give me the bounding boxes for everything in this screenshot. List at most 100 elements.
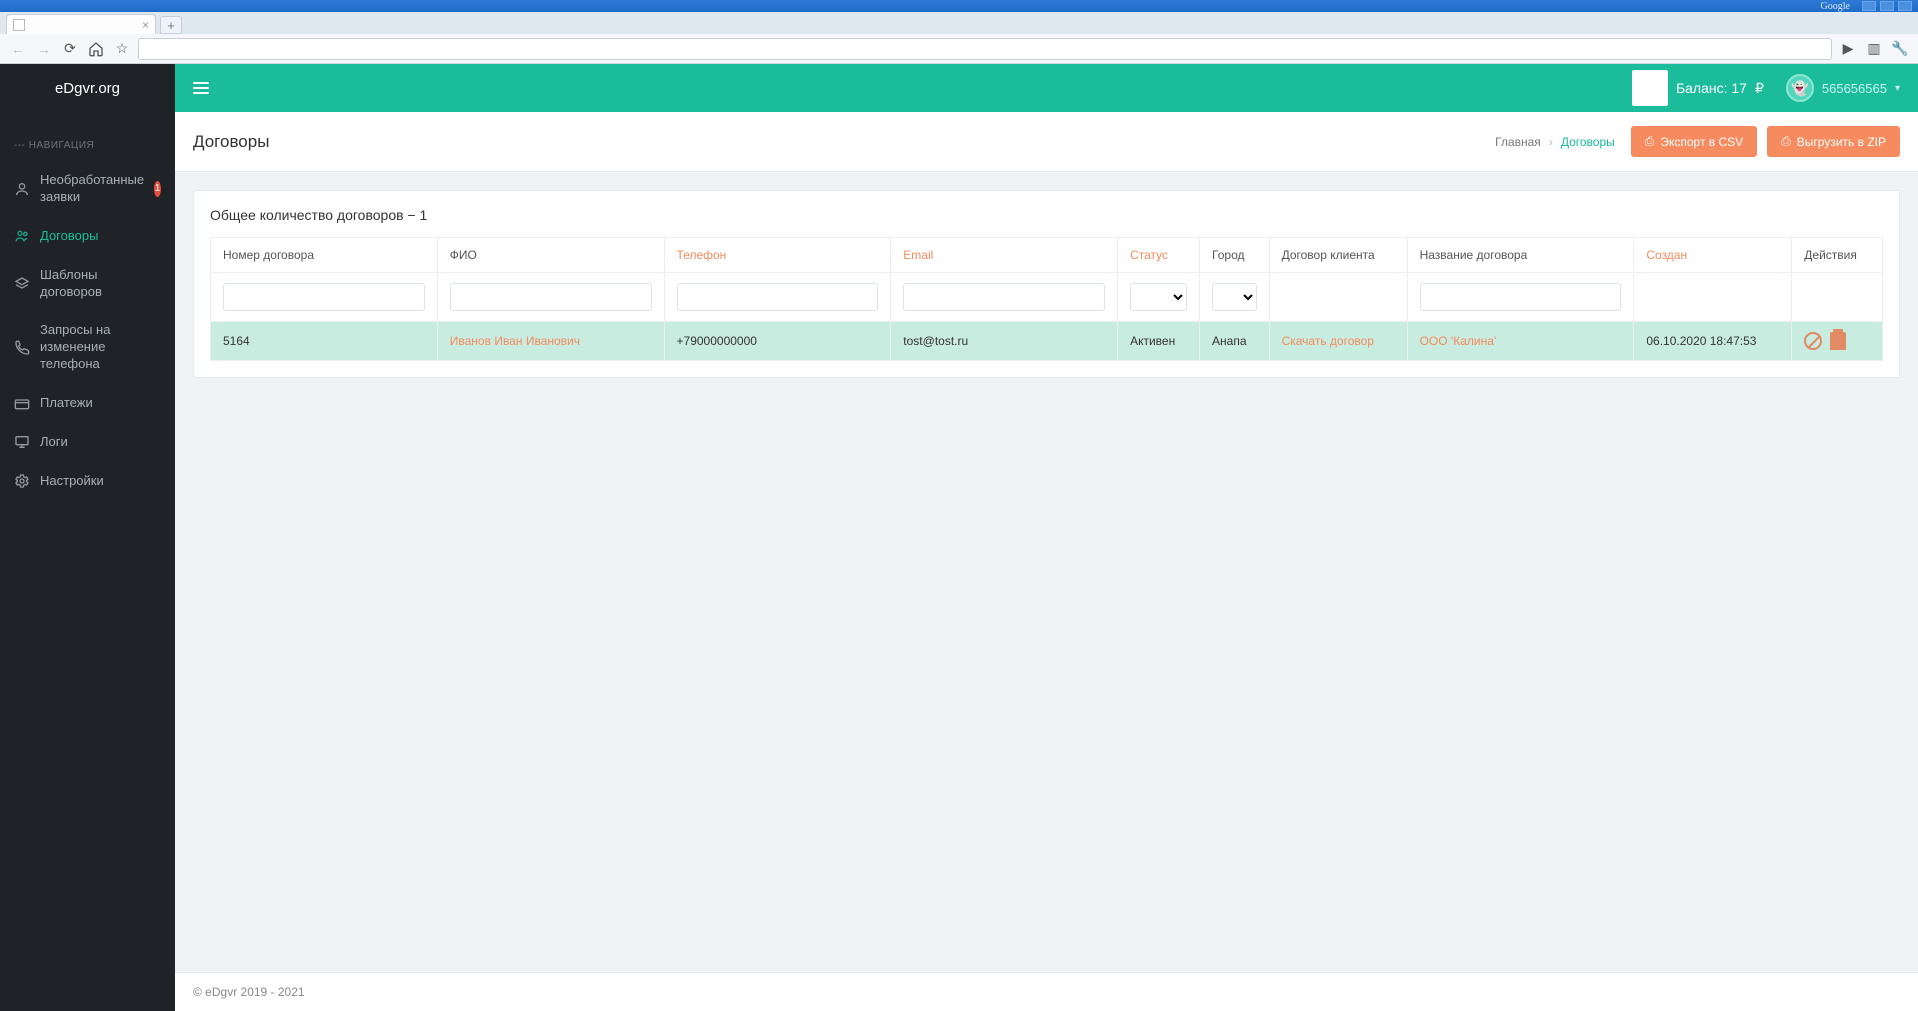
sidebar-item-label: Логи [40,434,161,451]
filter-fio-input[interactable] [450,283,652,311]
cell-status: Активен [1118,322,1200,361]
sidebar-item-phone-requests[interactable]: Запросы на изменение телефона [0,311,175,384]
new-tab-button[interactable]: + [160,16,182,34]
chevron-down-icon: ▾ [1895,83,1900,94]
bookmark-button[interactable]: ☆ [112,39,132,59]
menu-toggle-button[interactable] [193,82,209,94]
cell-contractname-link[interactable]: ООО 'Калина' [1420,334,1497,348]
cancel-icon[interactable] [1804,332,1822,350]
col-created[interactable]: Создан [1634,238,1792,273]
col-fio[interactable]: ФИО [437,238,664,273]
window-maximize[interactable] [1880,1,1894,11]
filter-number-input[interactable] [223,283,425,311]
col-status[interactable]: Статус [1118,238,1200,273]
gear-icon [14,473,30,489]
page-icon[interactable]: ▥ [1864,39,1884,59]
sidebar-item-label: Платежи [40,395,161,412]
col-client-contract[interactable]: Договор клиента [1269,238,1407,273]
cell-download-link[interactable]: Скачать договор [1282,334,1374,348]
chevron-right-icon: › [1549,135,1553,149]
filter-contractname-input[interactable] [1420,283,1622,311]
sidebar-item-templates[interactable]: Шаблоны договоров [0,256,175,312]
avatar-icon: 👻 [1786,74,1814,102]
currency-symbol: ₽ [1755,80,1764,97]
layers-icon [14,276,30,292]
window-titlebar: Google [0,0,1918,12]
badge-count: 1 [154,181,161,197]
main-area: Баланс: 17 ₽ 👻 565656565 ▾ Договоры Глав… [175,64,1918,1011]
wrench-icon[interactable]: 🔧 [1890,39,1910,59]
window-minimize[interactable] [1862,1,1876,11]
breadcrumb-home[interactable]: Главная [1495,135,1541,149]
sidebar-item-contracts[interactable]: Договоры [0,217,175,256]
sidebar-item-payments[interactable]: Платежи [0,384,175,423]
filter-phone-input[interactable] [677,283,879,311]
filter-city-select[interactable] [1212,283,1257,311]
nav-heading: --- НАВИГАЦИЯ [0,112,175,161]
sidebar-item-label: Договоры [40,228,161,245]
contracts-table: Номер договора ФИО Телефон Email Статус … [210,237,1883,361]
balance-display[interactable]: Баланс: 17 ₽ [1632,70,1764,106]
col-phone[interactable]: Телефон [664,238,891,273]
export-csv-button[interactable]: ⎙ Экспорт в CSV [1631,126,1757,157]
browser-tab[interactable]: × [6,14,156,34]
sidebar-item-label: Настройки [40,473,161,490]
breadcrumb-current: Договоры [1561,135,1615,149]
contracts-card: Общее количество договоров − 1 Номер дог… [193,190,1900,378]
forward-button[interactable]: → [34,39,54,59]
col-number[interactable]: Номер договора [211,238,438,273]
google-logo-text: Google [1821,1,1850,12]
download-icon: ⎙ [1781,134,1791,149]
home-button[interactable] [86,39,106,59]
delete-icon[interactable] [1830,332,1846,350]
cell-phone: +79000000000 [664,322,891,361]
card-icon [14,396,30,412]
users-icon [14,228,30,244]
col-email[interactable]: Email [891,238,1118,273]
brand-logo: eDgvr.org [0,64,175,112]
phone-icon [14,340,30,356]
username-label: 565656565 [1822,81,1887,96]
export-zip-button[interactable]: ⎙ Выгрузить в ZIP [1767,126,1900,157]
browser-toolbar: ← → ⟳ ☆ ▶ ▥ 🔧 [0,34,1918,64]
cell-created: 06.10.2020 18:47:53 [1634,322,1792,361]
col-contract-name[interactable]: Название договора [1407,238,1634,273]
table-summary: Общее количество договоров − 1 [210,207,1883,223]
back-button[interactable]: ← [8,39,28,59]
user-menu[interactable]: 👻 565656565 ▾ [1786,74,1900,102]
cell-fio-link[interactable]: Иванов Иван Иванович [450,334,580,348]
play-icon[interactable]: ▶ [1838,39,1858,59]
sidebar-item-logs[interactable]: Логи [0,423,175,462]
tab-close-icon[interactable]: × [142,18,149,32]
cell-number: 5164 [211,322,438,361]
col-actions: Действия [1792,238,1883,273]
col-city[interactable]: Город [1200,238,1270,273]
footer-text: © eDgvr 2019 - 2021 [193,985,305,999]
favicon-icon [13,19,25,31]
sidebar-item-label: Шаблоны договоров [40,267,161,301]
address-bar[interactable] [138,38,1832,60]
sidebar-item-label: Необработанные заявки [40,172,144,206]
monitor-icon [14,434,30,450]
sidebar-item-requests[interactable]: Необработанные заявки 1 [0,161,175,217]
filter-email-input[interactable] [903,283,1105,311]
sidebar-item-label: Запросы на изменение телефона [40,322,161,373]
app-root: eDgvr.org --- НАВИГАЦИЯ Необработанные з… [0,64,1918,1011]
cell-city: Анапа [1200,322,1270,361]
window-close[interactable] [1898,1,1912,11]
balance-label: Баланс: 17 [1676,80,1747,96]
browser-tabstrip: × + [0,12,1918,34]
download-icon: ⎙ [1645,134,1655,149]
table-header-row: Номер договора ФИО Телефон Email Статус … [211,238,1883,273]
button-label: Экспорт в CSV [1660,135,1743,149]
breadcrumb: Главная › Договоры [1495,135,1615,149]
filter-status-select[interactable] [1130,283,1187,311]
cell-email: tost@tost.ru [891,322,1118,361]
reload-button[interactable]: ⟳ [60,39,80,59]
topbar: Баланс: 17 ₽ 👻 565656565 ▾ [175,64,1918,112]
table-row: 5164 Иванов Иван Иванович +79000000000 t… [211,322,1883,361]
window-controls [1862,1,1912,11]
sidebar-item-settings[interactable]: Настройки [0,462,175,501]
content-area: Общее количество договоров − 1 Номер дог… [175,172,1918,972]
card-icon [1632,70,1668,106]
